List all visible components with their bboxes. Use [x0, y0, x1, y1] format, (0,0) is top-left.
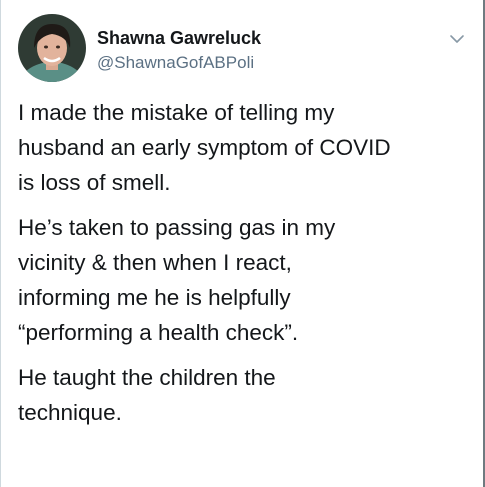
author-name[interactable]: Shawna Gawreluck	[97, 28, 261, 49]
tweet-text: I made the mistake of telling my husband…	[18, 95, 473, 440]
tweet-line: He taught the children the	[18, 365, 276, 390]
tweet-paragraph: I made the mistake of telling my husband…	[18, 95, 473, 200]
author-handle[interactable]: @ShawnaGofABPoli	[97, 53, 254, 73]
tweet-line: “performing a health check”.	[18, 320, 299, 345]
tweet-line: I made the mistake of telling my	[18, 100, 335, 125]
tweet-paragraph: He’s taken to passing gas in my vicinity…	[18, 210, 473, 350]
tweet-card: Shawna Gawreluck @ShawnaGofABPoli I made…	[0, 0, 485, 487]
tweet-line: husband an early symptom of COVID	[18, 135, 391, 160]
tweet-line: is loss of smell.	[18, 170, 171, 195]
tweet-line: technique.	[18, 400, 122, 425]
tweet-line: He’s taken to passing gas in my	[18, 215, 336, 240]
tweet-line: informing me he is helpfully	[18, 285, 291, 310]
chevron-down-icon[interactable]	[446, 28, 468, 50]
avatar-photo	[18, 14, 86, 82]
tweet-paragraph: He taught the children the technique.	[18, 360, 473, 430]
tweet-line: vicinity & then when I react,	[18, 250, 292, 275]
avatar[interactable]	[18, 14, 86, 82]
